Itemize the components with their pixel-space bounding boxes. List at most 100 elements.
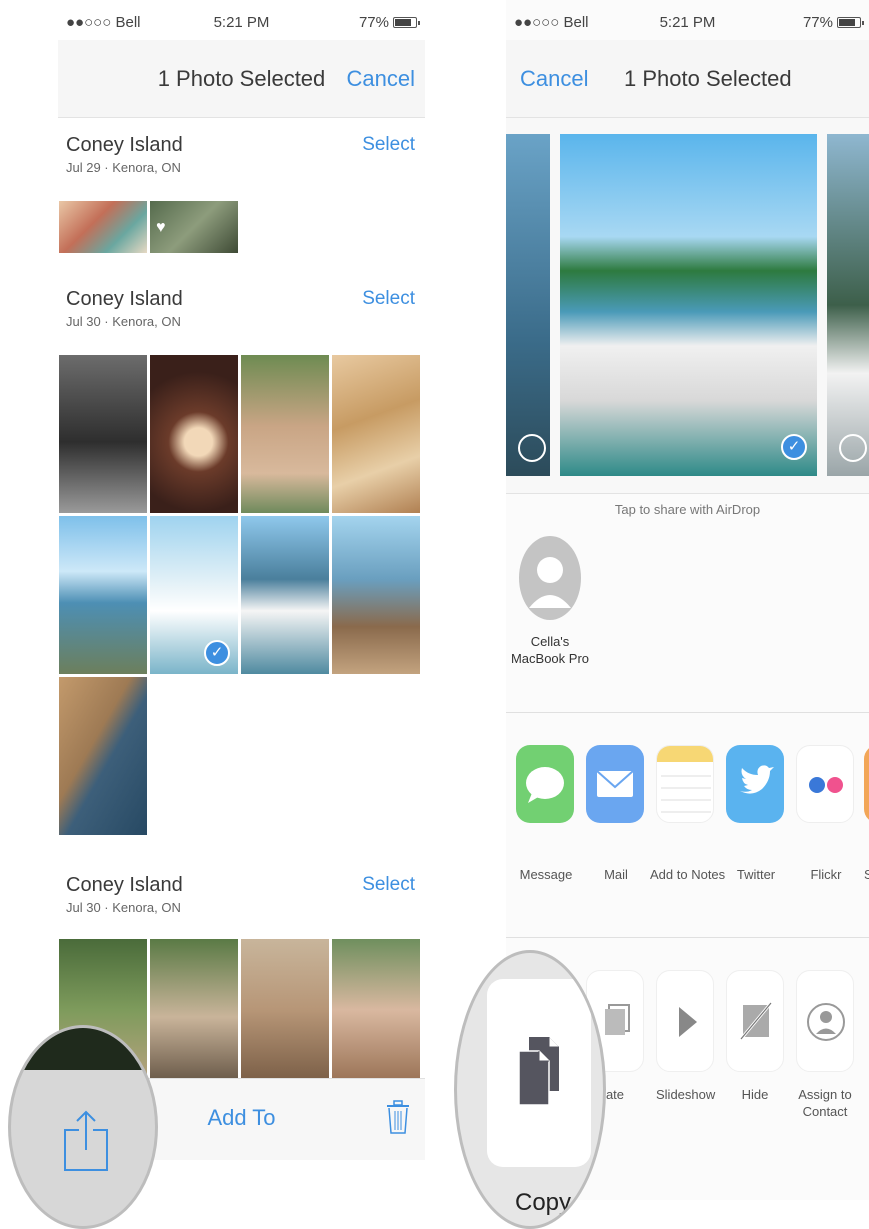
divider — [506, 937, 869, 938]
checkmark-icon: ✓ — [781, 434, 807, 460]
share-app-mail[interactable]: Mail — [586, 745, 644, 882]
moment-title: Coney Island — [66, 134, 183, 156]
person-avatar-icon — [519, 536, 581, 620]
photo-thumbnail[interactable] — [58, 676, 148, 836]
message-icon — [516, 745, 574, 823]
photo-thumbnail[interactable] — [240, 515, 330, 675]
mail-icon — [586, 745, 644, 823]
play-icon — [656, 970, 714, 1072]
battery-percent: 77% — [802, 14, 833, 31]
photo-thumbnail[interactable] — [331, 354, 421, 514]
unselected-circle-icon[interactable] — [518, 434, 546, 462]
photo-thumbnail[interactable] — [58, 354, 148, 514]
photo-preview[interactable] — [506, 134, 550, 476]
notes-icon — [656, 745, 714, 823]
share-app-label: Add to Notes — [650, 867, 726, 882]
photo-thumbnail[interactable]: ♥ — [149, 200, 239, 254]
battery-icon — [393, 17, 420, 28]
photo-thumbnail-selected[interactable]: ✓ — [149, 515, 239, 675]
share-app-notes[interactable]: Add to Notes — [650, 745, 725, 882]
device-name-line2: MacBook Pro — [510, 651, 590, 666]
share-app-label: S — [864, 867, 869, 882]
photo-thumbnail[interactable] — [149, 354, 239, 514]
share-icon[interactable] — [61, 1108, 111, 1174]
favorite-heart-icon: ♥ — [156, 219, 166, 236]
photo-thumbnail[interactable] — [240, 354, 330, 514]
battery-percent: 77% — [358, 14, 389, 31]
moment-header: Coney Island Jul 30 · Kenora, ON Select — [58, 866, 425, 930]
copy-icon — [518, 1037, 559, 1106]
carrier: ●●○○○ Bell — [514, 14, 589, 31]
moment-header: Coney Island Jul 30 · Kenora, ON Select — [58, 280, 425, 344]
photos-screen: ●●○○○ Bell 5:21 PM 77% 1 Photo Selected … — [58, 0, 425, 1200]
flickr-icon — [796, 745, 854, 823]
action-label-line1: Assign to — [798, 1087, 852, 1102]
action-hide[interactable]: Hide — [726, 970, 784, 1103]
photo-thumbnail[interactable] — [240, 938, 330, 1082]
action-label-line2: Contact — [802, 1104, 848, 1119]
photo-strip — [11, 1028, 155, 1070]
checkmark-icon: ✓ — [204, 640, 230, 666]
status-bar: ●●○○○ Bell 5:21 PM 77% — [58, 0, 425, 40]
action-label: Assign to Contact — [796, 1086, 854, 1120]
moment-header: Coney Island Jul 29 · Kenora, ON Select — [58, 126, 425, 190]
action-assign-to-contact[interactable]: Assign to Contact — [796, 970, 854, 1120]
trash-icon[interactable] — [385, 1099, 411, 1135]
copy-label: Copy — [515, 1189, 572, 1216]
photo-thumbnail[interactable] — [58, 200, 148, 254]
select-button[interactable]: Select — [362, 134, 415, 156]
share-app-partial[interactable]: S — [864, 745, 869, 882]
battery-icon — [837, 17, 864, 28]
zoom-callout-copy: Copy — [454, 950, 606, 1229]
share-apps-row: Message Mail Add to Notes Twitter Flickr — [506, 745, 869, 895]
photo-preview-selected[interactable]: ✓ — [560, 134, 817, 476]
photo-thumbnail[interactable] — [331, 515, 421, 675]
photo-thumbnail[interactable] — [149, 938, 239, 1082]
hide-icon — [726, 970, 784, 1072]
zoom-callout-share — [8, 1025, 158, 1229]
airdrop-hint: Tap to share with AirDrop — [614, 502, 761, 517]
moment-subtitle: Jul 29 · Kenora, ON — [66, 160, 181, 175]
share-app-message[interactable]: Message — [516, 745, 574, 882]
nav-bar: Cancel 1 Photo Selected — [506, 40, 869, 118]
nav-bar: 1 Photo Selected Cancel — [58, 40, 425, 118]
share-app-label: Message — [519, 867, 573, 882]
status-bar: ●●○○○ Bell 5:21 PM 77% — [506, 0, 869, 40]
app-icon — [864, 745, 869, 823]
add-to-button[interactable]: Add To — [207, 1105, 275, 1131]
share-app-label: Mail — [604, 867, 628, 882]
page-title: 1 Photo Selected — [624, 66, 792, 91]
clock: 5:21 PM — [659, 14, 716, 31]
action-label: Hide — [741, 1087, 769, 1102]
contact-icon — [796, 970, 854, 1072]
page-title: 1 Photo Selected — [157, 66, 326, 91]
device-name-line1: Cella's — [530, 634, 570, 649]
action-slideshow[interactable]: Slideshow — [656, 970, 716, 1103]
cancel-button[interactable]: Cancel — [520, 66, 588, 92]
airdrop-device[interactable]: Cella's MacBook Pro — [510, 530, 590, 667]
photo-preview[interactable] — [827, 134, 869, 476]
photo-thumbnail[interactable] — [331, 938, 421, 1082]
battery-status: 77% — [358, 14, 420, 31]
moment-subtitle: Jul 30 · Kenora, ON — [66, 900, 181, 915]
unselected-circle-icon[interactable] — [839, 434, 867, 462]
share-app-label: Twitter — [736, 867, 776, 882]
moment-title: Coney Island — [66, 288, 183, 310]
share-app-twitter[interactable]: Twitter — [726, 745, 784, 882]
twitter-icon — [726, 745, 784, 823]
photo-thumbnail[interactable] — [58, 515, 148, 675]
battery-status: 77% — [802, 14, 864, 31]
clock: 5:21 PM — [213, 14, 270, 31]
photo-carousel[interactable]: ✓ — [506, 118, 869, 494]
carrier: ●●○○○ Bell — [66, 14, 141, 31]
cancel-button[interactable]: Cancel — [347, 66, 415, 92]
copy-button[interactable] — [487, 979, 591, 1167]
action-label: Slideshow — [656, 1087, 716, 1102]
share-app-label: Flickr — [810, 867, 842, 882]
select-button[interactable]: Select — [362, 288, 415, 310]
share-app-flickr[interactable]: Flickr — [796, 745, 854, 882]
moment-title: Coney Island — [66, 874, 183, 896]
select-button[interactable]: Select — [362, 874, 415, 896]
divider — [506, 712, 869, 713]
moment-subtitle: Jul 30 · Kenora, ON — [66, 314, 181, 329]
